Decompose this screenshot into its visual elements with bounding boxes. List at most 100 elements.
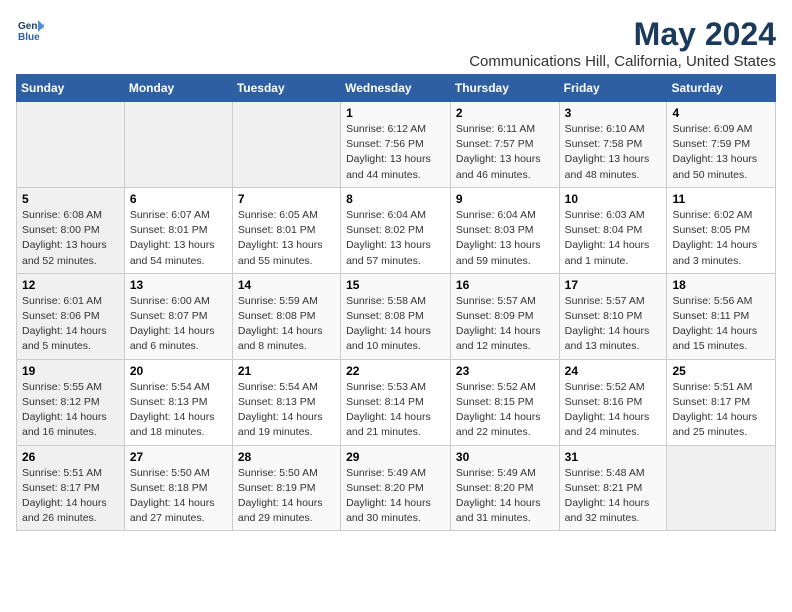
day-number: 29 bbox=[346, 450, 445, 464]
day-number: 5 bbox=[22, 192, 119, 206]
calendar-cell: 1Sunrise: 6:12 AMSunset: 7:56 PMDaylight… bbox=[341, 102, 451, 188]
svg-text:Blue: Blue bbox=[18, 32, 40, 43]
day-number: 18 bbox=[672, 278, 770, 292]
calendar-cell: 26 Sunrise: 5:51 AMSunset: 8:17 PMDayligh… bbox=[17, 445, 125, 531]
calendar-cell: 10 Sunrise: 6:03 AMSunset: 8:04 PMDayligh… bbox=[559, 187, 667, 273]
day-number: 25 bbox=[672, 364, 770, 378]
day-number: 3 bbox=[565, 106, 662, 120]
calendar-cell: 13Sunrise: 6:00 AMSunset: 8:07 PMDayligh… bbox=[124, 273, 232, 359]
calendar-week-4: 19 Sunrise: 5:55 AMSunset: 8:12 PMDayligh… bbox=[17, 359, 776, 445]
calendar-cell: 25 Sunrise: 5:51 AMSunset: 8:17 PMDayligh… bbox=[667, 359, 776, 445]
calendar-cell: 27 Sunrise: 5:50 AMSunset: 8:18 PMDayligh… bbox=[124, 445, 232, 531]
calendar-cell: 30 Sunrise: 5:49 AMSunset: 8:20 PMDayligh… bbox=[450, 445, 559, 531]
calendar-week-5: 26 Sunrise: 5:51 AMSunset: 8:17 PMDayligh… bbox=[17, 445, 776, 531]
calendar-cell bbox=[124, 102, 232, 188]
day-header-thursday: Thursday bbox=[450, 75, 559, 102]
calendar-cell: 7 Sunrise: 6:05 AMSunset: 8:01 PMDaylight… bbox=[232, 187, 340, 273]
calendar-header: SundayMondayTuesdayWednesdayThursdayFrid… bbox=[17, 75, 776, 102]
day-header-saturday: Saturday bbox=[667, 75, 776, 102]
calendar-cell: 9 Sunrise: 6:04 AMSunset: 8:03 PMDaylight… bbox=[450, 187, 559, 273]
day-info: Sunrise: 5:54 AMSunset: 8:13 PMDaylight:… bbox=[130, 380, 227, 441]
day-header-sunday: Sunday bbox=[17, 75, 125, 102]
day-info: Sunrise: 5:53 AMSunset: 8:14 PMDaylight:… bbox=[346, 380, 445, 441]
day-number: 11 bbox=[672, 192, 770, 206]
day-info: Sunrise: 5:55 AMSunset: 8:12 PMDaylight:… bbox=[22, 380, 119, 441]
calendar-cell: 17 Sunrise: 5:57 AMSunset: 8:10 PMDayligh… bbox=[559, 273, 667, 359]
calendar-cell: 6 Sunrise: 6:07 AMSunset: 8:01 PMDaylight… bbox=[124, 187, 232, 273]
day-number: 14 bbox=[238, 278, 335, 292]
calendar-week-3: 12 Sunrise: 6:01 AMSunset: 8:06 PMDayligh… bbox=[17, 273, 776, 359]
calendar-cell: 5Sunrise: 6:08 AMSunset: 8:00 PMDaylight… bbox=[17, 187, 125, 273]
day-info: Sunrise: 5:50 AMSunset: 8:18 PMDaylight:… bbox=[130, 466, 227, 527]
day-info: Sunrise: 5:51 AMSunset: 8:17 PMDaylight:… bbox=[672, 380, 770, 441]
day-info: Sunrise: 6:09 AMSunset: 7:59 PMDaylight:… bbox=[672, 122, 770, 183]
day-info: Sunrise: 6:11 AMSunset: 7:57 PMDaylight:… bbox=[456, 122, 554, 183]
day-info: Sunrise: 6:02 AMSunset: 8:05 PMDaylight:… bbox=[672, 208, 770, 269]
calendar-cell: 4 Sunrise: 6:09 AMSunset: 7:59 PMDaylight… bbox=[667, 102, 776, 188]
title-area: May 2024 Communications Hill, California… bbox=[469, 16, 776, 70]
calendar-cell: 31 Sunrise: 5:48 AMSunset: 8:21 PMDayligh… bbox=[559, 445, 667, 531]
day-number: 8 bbox=[346, 192, 445, 206]
main-title: May 2024 bbox=[469, 16, 776, 53]
calendar-cell bbox=[232, 102, 340, 188]
day-info: Sunrise: 5:52 AMSunset: 8:15 PMDaylight:… bbox=[456, 380, 554, 441]
calendar-cell: 14Sunrise: 5:59 AMSunset: 8:08 PMDayligh… bbox=[232, 273, 340, 359]
subtitle: Communications Hill, California, United … bbox=[469, 53, 776, 70]
day-number: 22 bbox=[346, 364, 445, 378]
calendar-week-2: 5Sunrise: 6:08 AMSunset: 8:00 PMDaylight… bbox=[17, 187, 776, 273]
day-number: 23 bbox=[456, 364, 554, 378]
day-info: Sunrise: 5:57 AMSunset: 8:10 PMDaylight:… bbox=[565, 294, 662, 355]
day-number: 10 bbox=[565, 192, 662, 206]
day-number: 31 bbox=[565, 450, 662, 464]
day-number: 19 bbox=[22, 364, 119, 378]
day-header-friday: Friday bbox=[559, 75, 667, 102]
day-number: 9 bbox=[456, 192, 554, 206]
day-number: 12 bbox=[22, 278, 119, 292]
day-info: Sunrise: 5:51 AMSunset: 8:17 PMDaylight:… bbox=[22, 466, 119, 527]
day-info: Sunrise: 6:03 AMSunset: 8:04 PMDaylight:… bbox=[565, 208, 662, 269]
calendar-cell: 2 Sunrise: 6:11 AMSunset: 7:57 PMDaylight… bbox=[450, 102, 559, 188]
day-info: Sunrise: 6:04 AMSunset: 8:03 PMDaylight:… bbox=[456, 208, 554, 269]
day-info: Sunrise: 5:52 AMSunset: 8:16 PMDaylight:… bbox=[565, 380, 662, 441]
calendar-cell: 15 Sunrise: 5:58 AMSunset: 8:08 PMDayligh… bbox=[341, 273, 451, 359]
day-info: Sunrise: 5:50 AMSunset: 8:19 PMDaylight:… bbox=[238, 466, 335, 527]
calendar-cell: 20 Sunrise: 5:54 AMSunset: 8:13 PMDayligh… bbox=[124, 359, 232, 445]
day-number: 17 bbox=[565, 278, 662, 292]
day-number: 21 bbox=[238, 364, 335, 378]
day-info: Sunrise: 6:01 AMSunset: 8:06 PMDaylight:… bbox=[22, 294, 119, 355]
day-number: 4 bbox=[672, 106, 770, 120]
day-number: 15 bbox=[346, 278, 445, 292]
calendar-cell bbox=[17, 102, 125, 188]
calendar-cell: 3 Sunrise: 6:10 AMSunset: 7:58 PMDaylight… bbox=[559, 102, 667, 188]
day-info: Sunrise: 5:57 AMSunset: 8:09 PMDaylight:… bbox=[456, 294, 554, 355]
day-number: 16 bbox=[456, 278, 554, 292]
day-info: Sunrise: 5:49 AMSunset: 8:20 PMDaylight:… bbox=[346, 466, 445, 527]
day-header-tuesday: Tuesday bbox=[232, 75, 340, 102]
day-number: 30 bbox=[456, 450, 554, 464]
day-info: Sunrise: 6:00 AMSunset: 8:07 PMDaylight:… bbox=[130, 294, 227, 355]
day-number: 1 bbox=[346, 106, 445, 120]
day-info: Sunrise: 5:54 AMSunset: 8:13 PMDaylight:… bbox=[238, 380, 335, 441]
day-number: 27 bbox=[130, 450, 227, 464]
day-number: 26 bbox=[22, 450, 119, 464]
day-info: Sunrise: 6:10 AMSunset: 7:58 PMDaylight:… bbox=[565, 122, 662, 183]
page-header: General Blue May 2024 Communications Hil… bbox=[16, 16, 776, 70]
day-info: Sunrise: 6:07 AMSunset: 8:01 PMDaylight:… bbox=[130, 208, 227, 269]
calendar-cell: 12 Sunrise: 6:01 AMSunset: 8:06 PMDayligh… bbox=[17, 273, 125, 359]
day-header-monday: Monday bbox=[124, 75, 232, 102]
day-info: Sunrise: 6:05 AMSunset: 8:01 PMDaylight:… bbox=[238, 208, 335, 269]
day-header-wednesday: Wednesday bbox=[341, 75, 451, 102]
calendar-cell: 23 Sunrise: 5:52 AMSunset: 8:15 PMDayligh… bbox=[450, 359, 559, 445]
day-info: Sunrise: 5:49 AMSunset: 8:20 PMDaylight:… bbox=[456, 466, 554, 527]
calendar-table: SundayMondayTuesdayWednesdayThursdayFrid… bbox=[16, 74, 776, 531]
day-number: 7 bbox=[238, 192, 335, 206]
day-number: 2 bbox=[456, 106, 554, 120]
day-number: 24 bbox=[565, 364, 662, 378]
day-info: Sunrise: 5:58 AMSunset: 8:08 PMDaylight:… bbox=[346, 294, 445, 355]
day-number: 20 bbox=[130, 364, 227, 378]
calendar-cell: 8Sunrise: 6:04 AMSunset: 8:02 PMDaylight… bbox=[341, 187, 451, 273]
logo-icon: General Blue bbox=[16, 16, 44, 44]
day-number: 6 bbox=[130, 192, 227, 206]
day-info: Sunrise: 5:48 AMSunset: 8:21 PMDaylight:… bbox=[565, 466, 662, 527]
calendar-cell: 22 Sunrise: 5:53 AMSunset: 8:14 PMDayligh… bbox=[341, 359, 451, 445]
